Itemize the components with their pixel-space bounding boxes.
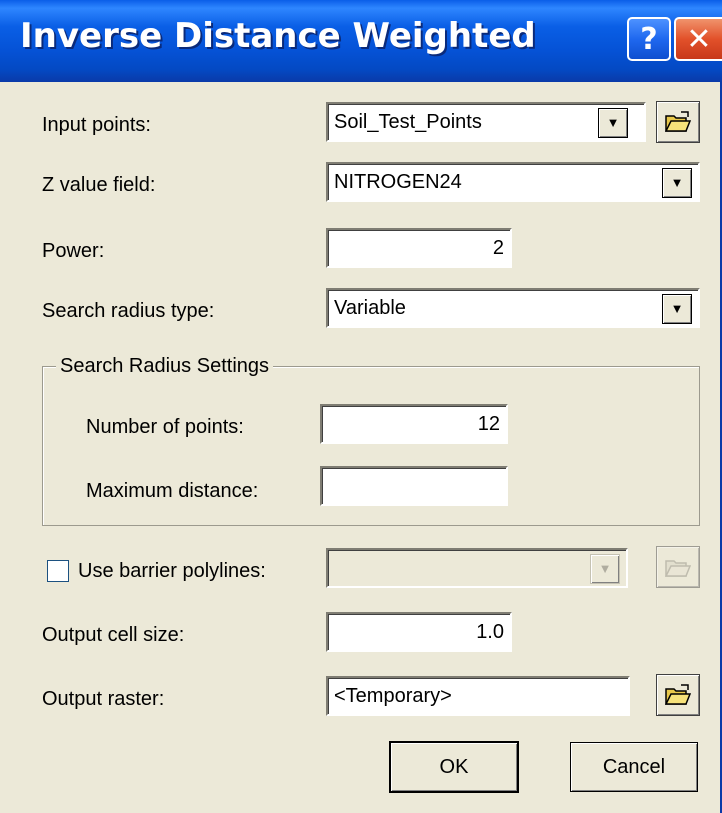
search-radius-type-value: Variable (334, 297, 406, 319)
number-of-points-label: Number of points: (86, 416, 244, 438)
open-folder-icon (665, 560, 691, 577)
input-points-dropdown-arrow[interactable]: ▼ (598, 108, 628, 138)
open-folder-icon (665, 684, 691, 705)
open-folder-icon (665, 111, 691, 132)
search-radius-type-combo[interactable]: Variable ▼ (326, 288, 700, 328)
output-raster-input[interactable]: <Temporary> (326, 676, 630, 716)
use-barrier-polylines-checkbox[interactable] (47, 560, 69, 582)
output-cell-size-input[interactable]: 1.0 (326, 612, 512, 652)
title-bar[interactable]: Inverse Distance Weighted ? ✕ (0, 0, 722, 82)
input-points-browse-button[interactable] (656, 101, 700, 143)
barrier-browse-button[interactable] (656, 546, 700, 588)
close-icon: ✕ (686, 21, 712, 57)
maximum-distance-label: Maximum distance: (86, 480, 259, 502)
z-value-field-label: Z value field: (42, 174, 156, 196)
dialog-title: Inverse Distance Weighted (20, 16, 536, 56)
barrier-dropdown-arrow[interactable]: ▼ (590, 554, 620, 584)
search-radius-type-label: Search radius type: (42, 300, 215, 322)
power-label: Power: (42, 240, 105, 262)
input-points-value: Soil_Test_Points (334, 111, 482, 133)
question-mark-icon: ? (640, 21, 658, 57)
input-points-combo[interactable]: Soil_Test_Points ▼ (326, 102, 646, 142)
z-value-field-value: NITROGEN24 (334, 171, 462, 193)
barrier-polylines-combo[interactable]: ▼ (326, 548, 628, 588)
search-radius-settings-title: Search Radius Settings (56, 355, 274, 378)
output-raster-browse-button[interactable] (656, 674, 700, 716)
help-button[interactable]: ? (627, 17, 671, 61)
close-button[interactable]: ✕ (674, 17, 722, 61)
z-value-field-combo[interactable]: NITROGEN24 ▼ (326, 162, 700, 202)
output-cell-size-label: Output cell size: (42, 624, 185, 646)
number-of-points-input[interactable]: 12 (320, 404, 508, 444)
use-barrier-polylines-label[interactable]: Use barrier polylines: (78, 560, 266, 583)
power-input[interactable]: 2 (326, 228, 512, 268)
cancel-button[interactable]: Cancel (570, 742, 698, 792)
z-value-field-dropdown-arrow[interactable]: ▼ (662, 168, 692, 198)
ok-button[interactable]: OK (390, 742, 518, 792)
search-radius-type-dropdown-arrow[interactable]: ▼ (662, 294, 692, 324)
idw-dialog: Inverse Distance Weighted ? ✕ Input poin… (0, 0, 722, 813)
maximum-distance-input[interactable] (320, 466, 508, 506)
output-raster-label: Output raster: (42, 688, 165, 710)
input-points-label: Input points: (42, 114, 151, 136)
